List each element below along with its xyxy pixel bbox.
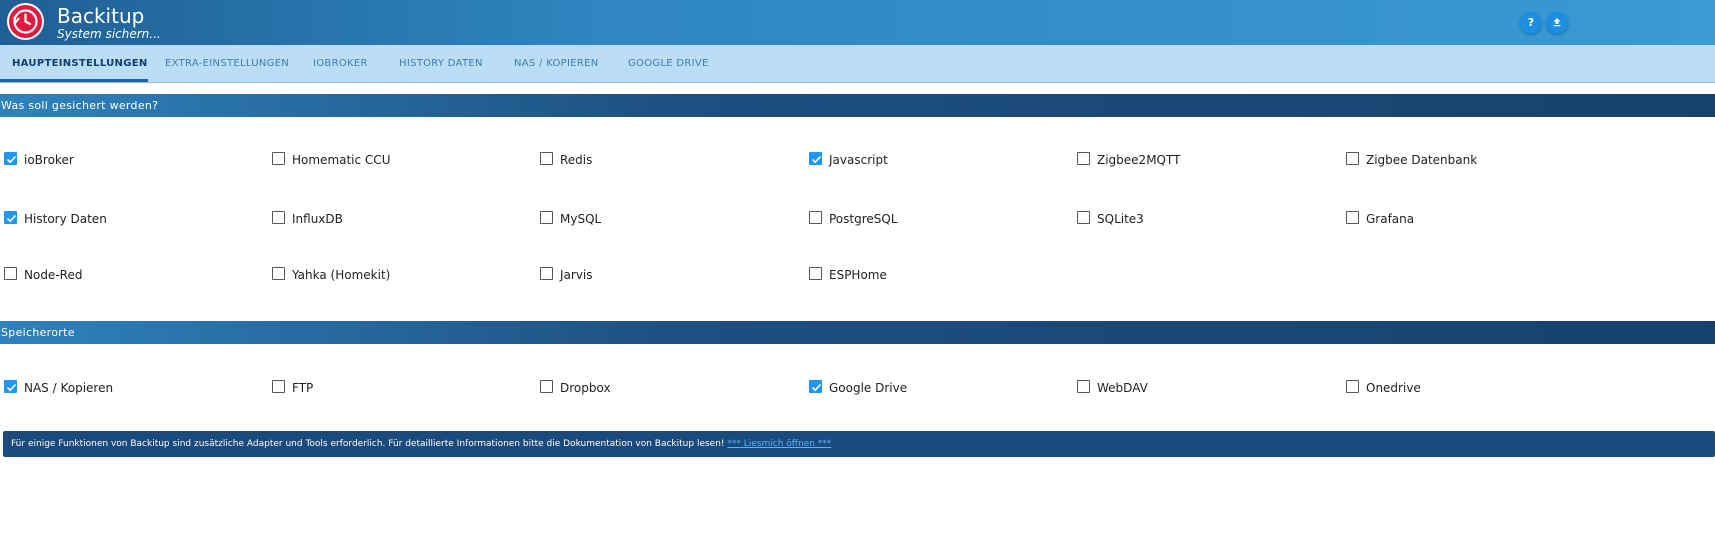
checkbox-label: FTP xyxy=(292,381,314,395)
backup-clock-icon xyxy=(7,3,44,40)
checkbox-label: Yahka (Homekit) xyxy=(292,268,391,282)
checkbox-zigbee-datenbank[interactable] xyxy=(1346,152,1359,165)
checkbox-mysql[interactable] xyxy=(540,211,553,224)
tab-history-daten[interactable]: HISTORY DATEN xyxy=(399,45,483,82)
app-title: Backitup xyxy=(57,4,145,28)
notice-text: Für einige Funktionen von Backitup sind … xyxy=(11,439,728,449)
checkmark-icon xyxy=(811,383,822,392)
tab-nas-kopieren[interactable]: NAS / KOPIEREN xyxy=(514,45,599,82)
checkbox-label: ioBroker xyxy=(24,153,74,167)
checkbox-homematic-ccu[interactable] xyxy=(272,152,285,165)
checkmark-icon xyxy=(6,155,17,164)
tab-haupteinstellungen[interactable]: HAUPTEINSTELLUNGEN xyxy=(12,45,148,82)
checkbox-yahka-homekit[interactable] xyxy=(272,267,285,280)
checkbox-google-drive[interactable] xyxy=(809,380,822,393)
checkbox-history-daten[interactable] xyxy=(4,211,17,224)
checkbox-label: Dropbox xyxy=(560,381,611,395)
readme-link[interactable]: *** Liesmich öffnen *** xyxy=(727,439,831,449)
checkbox-grafana[interactable] xyxy=(1346,211,1359,224)
checkbox-label: SQLite3 xyxy=(1097,212,1144,226)
checkbox-webdav[interactable] xyxy=(1077,380,1090,393)
upload-icon xyxy=(1552,16,1562,29)
checkbox-javascript[interactable] xyxy=(809,152,822,165)
checkmark-icon xyxy=(6,214,17,223)
checkbox-redis[interactable] xyxy=(540,152,553,165)
checkbox-label: Google Drive xyxy=(829,381,908,395)
help-button[interactable]: ? xyxy=(1520,12,1542,34)
checkbox-ftp[interactable] xyxy=(272,380,285,393)
checkbox-label: Zigbee Datenbank xyxy=(1366,153,1478,167)
checkbox-sqlite3[interactable] xyxy=(1077,211,1090,224)
checkbox-label: Zigbee2MQTT xyxy=(1097,153,1181,167)
checkbox-iobroker[interactable] xyxy=(4,152,17,165)
checkbox-label: PostgreSQL xyxy=(829,212,898,226)
upload-button[interactable] xyxy=(1546,12,1568,34)
checkbox-label: MySQL xyxy=(560,212,602,226)
checkbox-label: Javascript xyxy=(829,153,888,167)
section-header-backup: Was soll gesichert werden? xyxy=(0,94,1715,117)
checkbox-label: Homematic CCU xyxy=(292,153,391,167)
tab-extra-einstellungen[interactable]: EXTRA-EINSTELLUNGEN xyxy=(165,45,289,82)
checkbox-label: Redis xyxy=(560,153,593,167)
tab-google-drive[interactable]: GOOGLE DRIVE xyxy=(628,45,709,82)
checkbox-nas-kopieren[interactable] xyxy=(4,380,17,393)
checkbox-postgresql[interactable] xyxy=(809,211,822,224)
checkbox-label: Grafana xyxy=(1366,212,1415,226)
tab-bar: HAUPTEINSTELLUNGEN EXTRA-EINSTELLUNGEN I… xyxy=(0,45,1715,83)
help-icon: ? xyxy=(1527,16,1535,29)
info-notice: Für einige Funktionen von Backitup sind … xyxy=(3,431,1715,457)
section-header-storage: Speicherorte xyxy=(0,321,1715,344)
checkbox-dropbox[interactable] xyxy=(540,380,553,393)
checkbox-esphome[interactable] xyxy=(809,267,822,280)
checkbox-jarvis[interactable] xyxy=(540,267,553,280)
app-subtitle: System sichern... xyxy=(57,27,161,41)
active-tab-indicator xyxy=(0,79,148,82)
checkmark-icon xyxy=(811,155,822,164)
tab-iobroker[interactable]: IOBROKER xyxy=(313,45,368,82)
checkmark-icon xyxy=(6,383,17,392)
checkbox-zigbee2mqtt[interactable] xyxy=(1077,152,1090,165)
app-header: Backitup System sichern... ? xyxy=(0,0,1715,45)
checkbox-node-red[interactable] xyxy=(4,267,17,280)
checkbox-label: Onedrive xyxy=(1366,381,1421,395)
checkbox-influxdb[interactable] xyxy=(272,211,285,224)
checkbox-onedrive[interactable] xyxy=(1346,380,1359,393)
checkbox-label: InfluxDB xyxy=(292,212,343,226)
checkbox-label: WebDAV xyxy=(1097,381,1148,395)
checkbox-label: ESPHome xyxy=(829,268,887,282)
checkbox-label: NAS / Kopieren xyxy=(24,381,114,395)
checkbox-label: Jarvis xyxy=(560,268,593,282)
checkbox-label: History Daten xyxy=(24,212,107,226)
checkbox-label: Node-Red xyxy=(24,268,83,282)
